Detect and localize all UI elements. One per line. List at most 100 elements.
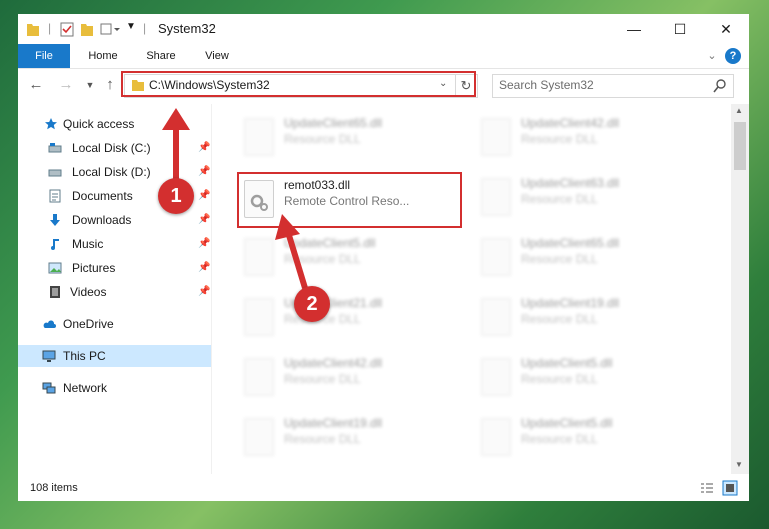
sidebar-item-quick-access[interactable]: Quick access (18, 113, 211, 135)
file-description: Resource DLL (521, 432, 598, 446)
file-highlight-box (237, 172, 462, 228)
dll-file-icon (244, 118, 274, 156)
pictures-icon (48, 262, 62, 274)
tab-home[interactable]: Home (78, 44, 128, 68)
dll-file-icon (481, 178, 511, 216)
file-name: UpdateClient42.dll (284, 356, 383, 370)
pin-icon[interactable]: 📌 (198, 137, 210, 159)
file-list: UpdateClient65.dll Resource DLL remot033… (212, 104, 731, 474)
dll-file-icon (244, 238, 274, 276)
file-name: UpdateClient5.dll (521, 416, 613, 430)
pc-icon (42, 350, 56, 362)
drive-icon (48, 143, 62, 153)
item-count: 108 items (30, 482, 78, 494)
file-tile[interactable]: UpdateClient19.dll Resource DLL (240, 414, 460, 464)
sidebar-item-label: Music (72, 237, 104, 251)
sidebar-item-label: OneDrive (63, 317, 114, 331)
dll-file-icon (244, 418, 274, 456)
pin-icon[interactable]: 📌 (198, 257, 210, 279)
sidebar-item-this-pc[interactable]: This PC (18, 345, 211, 367)
file-description: Resource DLL (521, 192, 598, 206)
search-icon[interactable] (713, 79, 727, 93)
pin-icon[interactable]: 📌 (198, 161, 210, 183)
step-badge-1: 1 (158, 178, 194, 214)
window-title: System32 (158, 21, 216, 36)
dll-file-icon (481, 298, 511, 336)
sidebar-item-pictures[interactable]: Pictures 📌 (18, 257, 211, 279)
file-description: Resource DLL (284, 432, 361, 446)
file-description: Resource DLL (521, 312, 598, 326)
explorer-window: | ▼ | System32 — ☐ ✕ File Home Share Vie… (18, 14, 749, 501)
expand-ribbon-icon[interactable]: ⌄ (704, 44, 720, 68)
vertical-scrollbar[interactable]: ▲ ▼ (731, 104, 749, 474)
sidebar-item-label: Local Disk (D:) (72, 165, 151, 179)
file-name: UpdateClient5.dll (284, 236, 376, 250)
file-tile[interactable]: UpdateClient42.dll Resource DLL (477, 114, 697, 164)
tab-view[interactable]: View (194, 44, 240, 68)
dll-file-icon (481, 358, 511, 396)
sidebar-item-videos[interactable]: Videos 📌 (18, 281, 211, 303)
file-name: UpdateClient19.dll (521, 296, 620, 310)
file-tile[interactable]: UpdateClient5.dll Resource DLL (240, 234, 460, 284)
file-name: UpdateClient5.dll (521, 356, 613, 370)
file-tile[interactable]: UpdateClient65.dll Resource DLL (240, 114, 460, 164)
file-tile[interactable]: UpdateClient65.dll Resource DLL (477, 234, 697, 284)
maximize-button[interactable]: ☐ (657, 14, 703, 44)
documents-icon (49, 189, 61, 203)
up-arrow-icon[interactable]: ↑ (100, 75, 120, 95)
back-arrow-icon[interactable]: ← (26, 75, 46, 95)
large-icons-view-icon[interactable] (722, 480, 738, 496)
scrollbar-thumb[interactable] (734, 122, 746, 170)
file-tile[interactable]: UpdateClient5.dll Resource DLL (477, 354, 697, 404)
scroll-down-icon[interactable]: ▼ (735, 460, 743, 469)
sidebar-item-label: Pictures (72, 261, 116, 275)
dll-file-icon (481, 238, 511, 276)
file-name: UpdateClient42.dll (521, 116, 620, 130)
pin-icon[interactable]: 📌 (198, 281, 210, 303)
file-description: Resource DLL (521, 132, 598, 146)
minimize-button[interactable]: — (611, 14, 657, 44)
onedrive-icon (43, 320, 56, 328)
chevron-down-icon[interactable]: ▼ (126, 21, 136, 37)
dll-file-icon (481, 418, 511, 456)
title-bar: | ▼ | System32 — ☐ ✕ (18, 14, 749, 44)
music-icon (51, 239, 59, 250)
sidebar-item-music[interactable]: Music 📌 (18, 233, 211, 255)
pin-icon[interactable]: 📌 (198, 209, 210, 231)
address-highlight-box (121, 71, 476, 97)
file-description: Resource DLL (521, 372, 598, 386)
ribbon-tabs: File Home Share View ⌄ ? (18, 44, 749, 69)
file-name: UpdateClient63.dll (521, 176, 620, 190)
details-view-icon[interactable] (700, 482, 714, 494)
navigation-bar: ← → ▼ ↑ C:\Windows\System32 ⌄ ↻ Search S… (18, 69, 749, 103)
file-tile[interactable]: UpdateClient42.dll Resource DLL (240, 354, 460, 404)
sidebar-item-label: Videos (70, 285, 107, 299)
sidebar-item-local-disk-c[interactable]: Local Disk (C:) 📌 (18, 137, 211, 159)
tab-file[interactable]: File (18, 44, 70, 68)
status-bar: 108 items (18, 475, 749, 501)
sidebar-item-onedrive[interactable]: OneDrive (18, 313, 211, 335)
recent-locations-icon[interactable]: ▼ (80, 75, 100, 95)
file-tile[interactable]: UpdateClient21.dll Resource DLL (240, 294, 460, 344)
file-description: Resource DLL (284, 132, 361, 146)
sidebar-item-label: This PC (63, 349, 106, 363)
search-input[interactable]: Search System32 (492, 74, 734, 98)
close-button[interactable]: ✕ (703, 14, 749, 44)
pin-icon[interactable]: 📌 (198, 233, 210, 255)
customize-quick-access-icon[interactable] (100, 21, 120, 37)
file-tile[interactable]: UpdateClient19.dll Resource DLL (477, 294, 697, 344)
file-tile[interactable]: UpdateClient63.dll Resource DLL (477, 174, 697, 224)
forward-arrow-icon[interactable]: → (56, 75, 76, 95)
sidebar-item-label: Downloads (72, 213, 132, 227)
new-folder-icon[interactable] (80, 21, 94, 37)
sidebar-item-network[interactable]: Network (18, 377, 211, 399)
tab-share[interactable]: Share (136, 44, 186, 68)
properties-icon[interactable] (60, 21, 74, 37)
help-icon[interactable]: ? (725, 48, 741, 64)
pin-icon[interactable]: 📌 (198, 185, 210, 207)
scroll-up-icon[interactable]: ▲ (735, 106, 743, 115)
videos-icon (50, 286, 60, 298)
file-description: Resource DLL (521, 252, 598, 266)
sidebar-item-label: Quick access (63, 117, 135, 131)
file-tile[interactable]: UpdateClient5.dll Resource DLL (477, 414, 697, 464)
